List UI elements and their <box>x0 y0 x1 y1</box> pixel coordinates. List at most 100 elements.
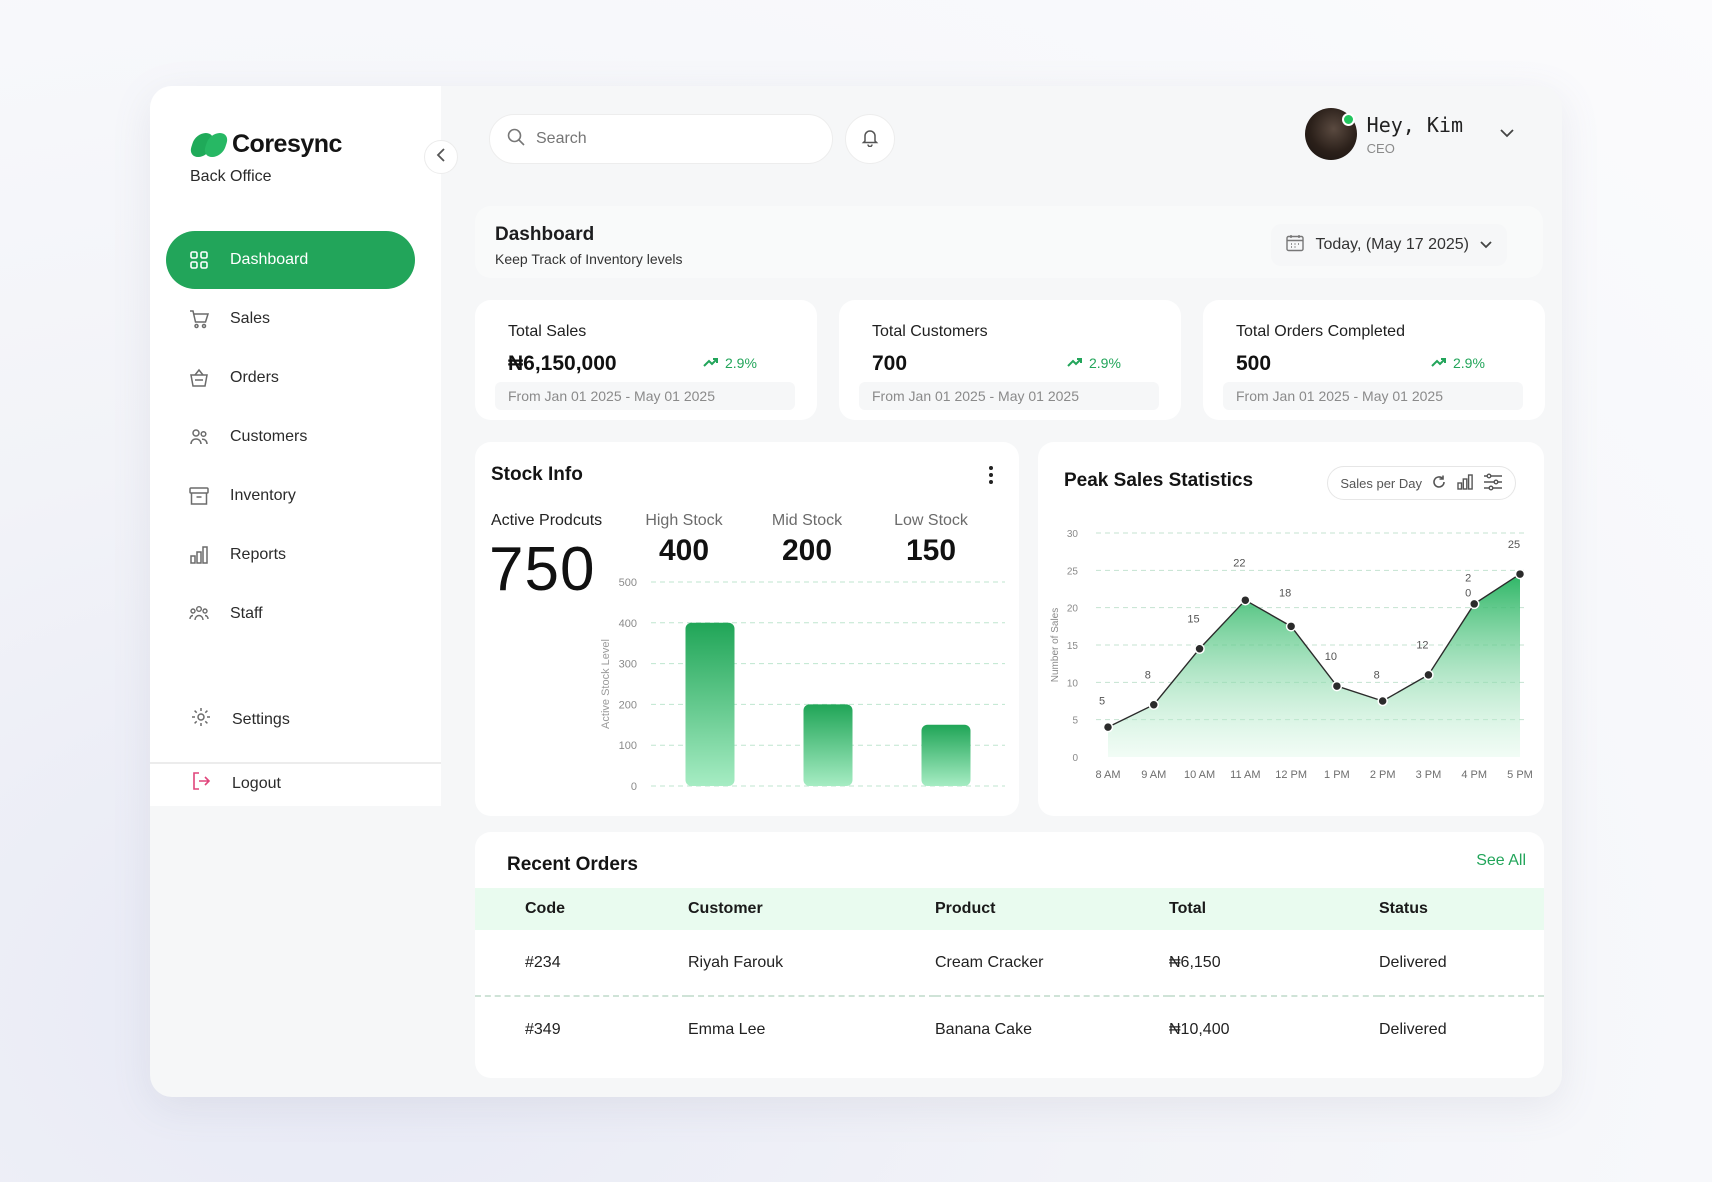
logout-icon <box>190 770 212 797</box>
trend-value: 2.9% <box>1453 355 1485 371</box>
dashboard-header: Dashboard Keep Track of Inventory levels… <box>475 206 1543 278</box>
order-code: #349 <box>525 1020 561 1038</box>
y-tick-label: 200 <box>619 699 637 711</box>
logout-button[interactable]: Logout <box>190 770 281 797</box>
data-point <box>1377 695 1388 707</box>
order-customer: Riyah Farouk <box>688 930 935 997</box>
table-row[interactable]: #349 Emma Lee Banana Cake ₦10,400 Delive… <box>475 996 1544 1062</box>
stat-value: 700 <box>872 352 908 375</box>
data-label: 18 <box>1279 587 1291 599</box>
calendar-icon <box>1285 233 1305 258</box>
data-label: 8 <box>1374 670 1380 682</box>
x-tick-label: 4 PM <box>1461 769 1487 781</box>
data-point <box>1468 598 1480 610</box>
order-product: Cream Cracker <box>935 930 1169 997</box>
profile-menu[interactable]: Hey, Kim CEO <box>1304 108 1541 160</box>
y-tick-label: 25 <box>1067 566 1079 577</box>
data-point <box>1331 680 1343 692</box>
stat-range: From Jan 01 2025 - May 01 2025 <box>495 382 795 410</box>
sidebar-divider <box>150 762 441 764</box>
bar-chart-icon <box>188 544 210 566</box>
sidebar-item-label: Inventory <box>230 487 296 504</box>
notifications-button[interactable] <box>845 114 895 164</box>
coresync-logo-icon <box>188 132 230 157</box>
brand-subtitle: Back Office <box>190 168 272 185</box>
user-role: CEO <box>1366 140 1395 156</box>
y-tick-label: 400 <box>619 618 637 630</box>
cart-icon <box>188 308 210 330</box>
data-point <box>1285 621 1297 632</box>
stat-value: 500 <box>1236 352 1272 375</box>
bar-low-stock <box>921 724 971 786</box>
stock-bar-chart: 0 100 200 300 400 500 Active Stock Level <box>600 577 1005 793</box>
sidebar-item-orders[interactable]: Orders <box>166 349 415 407</box>
y-tick-label: 10 <box>1067 678 1079 689</box>
sidebar-item-reports[interactable]: Reports <box>166 526 415 584</box>
x-tick-label: 2 PM <box>1370 769 1396 781</box>
order-customer: Emma Lee <box>688 1020 766 1038</box>
order-total: ₦10,400 <box>1169 1020 1230 1038</box>
stat-card-total-orders[interactable]: Total Orders Completed 500 2.9% From Jan… <box>1203 300 1545 420</box>
x-tick-label: 1 PM <box>1324 769 1350 781</box>
sidebar-item-customers[interactable]: Customers <box>166 408 415 466</box>
y-tick-label: 500 <box>619 577 637 589</box>
stat-value: ₦6,150,000 <box>508 352 617 375</box>
table-row[interactable]: #234 Riyah Farouk Cream Cracker ₦6,150 D… <box>475 930 1544 997</box>
sidebar-item-label: Sales <box>230 310 271 327</box>
stat-label: Total Orders Completed <box>1236 323 1405 340</box>
sidebar-item-staff[interactable]: Staff <box>166 585 415 643</box>
sidebar-item-dashboard[interactable]: Dashboard <box>166 231 415 289</box>
users-icon <box>188 426 210 448</box>
brand[interactable]: Coresync <box>188 130 342 159</box>
data-label: 5 <box>1099 696 1105 708</box>
data-label: 22 <box>1233 558 1245 570</box>
date-label: Today, (May 17 2025) <box>1315 236 1469 253</box>
data-point <box>1194 643 1205 654</box>
trend-value: 2.9% <box>725 355 757 371</box>
team-icon <box>188 603 210 625</box>
table-header-row: Code Customer Product Total Status <box>475 888 1544 930</box>
column-header: Product <box>935 888 1169 930</box>
stock-info-card: Stock Info Active Prodcuts 750 High Stoc… <box>475 442 1019 816</box>
search-box[interactable] <box>489 114 833 164</box>
data-point <box>1423 669 1434 681</box>
stat-card-total-sales[interactable]: Total Sales ₦6,150,000 2.9% From Jan 01 … <box>475 300 817 420</box>
stat-label: Total Sales <box>508 323 587 340</box>
stat-range: From Jan 01 2025 - May 01 2025 <box>859 382 1159 410</box>
chevron-down-icon[interactable] <box>1499 125 1515 143</box>
x-tick-label: 12 PM <box>1275 769 1307 781</box>
x-tick-label: 5 PM <box>1507 769 1533 781</box>
settings-button[interactable]: Settings <box>190 706 290 733</box>
logout-label: Logout <box>232 774 281 792</box>
see-all-link[interactable]: See All <box>1476 852 1526 870</box>
collapse-sidebar-button[interactable] <box>424 140 458 174</box>
peak-sales-area-chart: 051015202530Number of Sales8 AM 9 AM 10 AM… <box>1050 529 1533 781</box>
data-label: 2 <box>1465 573 1471 585</box>
order-status: Delivered <box>1379 930 1544 997</box>
y-tick-label: 100 <box>619 740 637 752</box>
data-label: 10 <box>1325 651 1337 663</box>
data-label: 12 <box>1416 640 1428 652</box>
sidebar-nav: Dashboard Sales Orders Customers Invento… <box>166 231 415 644</box>
stat-card-total-customers[interactable]: Total Customers 700 2.9% From Jan 01 202… <box>839 300 1181 420</box>
stat-trend: 2.9% <box>1431 355 1485 371</box>
sidebar-item-inventory[interactable]: Inventory <box>166 467 415 525</box>
search-input[interactable] <box>536 130 816 148</box>
trending-up-icon <box>1431 355 1447 371</box>
sidebar-item-sales[interactable]: Sales <box>166 290 415 348</box>
avatar[interactable] <box>1304 108 1357 160</box>
data-label: 8 <box>1145 670 1151 682</box>
y-axis-label: Active Stock Level <box>600 639 612 729</box>
column-header: Customer <box>688 888 935 930</box>
grid-icon <box>188 249 210 271</box>
column-header: Total <box>1169 888 1379 930</box>
brand-name: Coresync <box>232 130 342 158</box>
x-tick-label: 9 AM <box>1141 769 1166 781</box>
order-code: #234 <box>475 930 688 997</box>
y-tick-label: 0 <box>1072 753 1078 764</box>
data-point <box>1514 568 1526 580</box>
y-tick-label: 0 <box>631 781 637 793</box>
y-tick-label: 15 <box>1067 641 1079 652</box>
date-picker[interactable]: Today, (May 17 2025) <box>1271 224 1507 266</box>
data-label: 25 <box>1508 539 1520 551</box>
